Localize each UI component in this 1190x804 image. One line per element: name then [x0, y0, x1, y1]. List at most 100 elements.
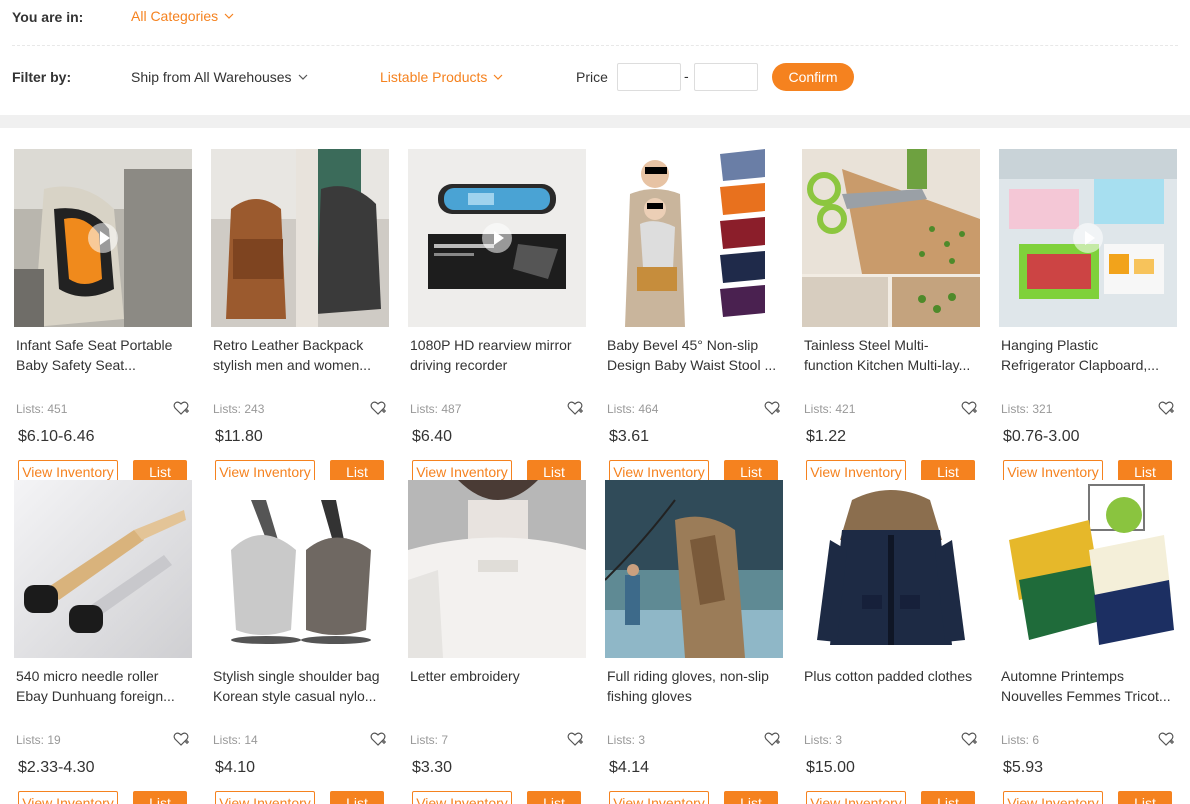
price-range-dash: - — [684, 68, 689, 84]
favorite-heart-icon[interactable] — [566, 730, 584, 748]
confirm-button[interactable]: Confirm — [772, 63, 854, 91]
product-title-line: Tainless Steel Multi- — [804, 337, 929, 353]
play-video-icon[interactable] — [1073, 223, 1103, 253]
lists-count: Lists: 421 — [804, 402, 856, 416]
product-title-line: Letter embroidery — [410, 668, 520, 684]
product-title-line: Refrigerator Clapboard,... — [1001, 357, 1159, 373]
product-card[interactable]: Hanging Plastic Refrigerator Clapboard,..… — [999, 149, 1177, 484]
product-price: $6.10-6.46 — [18, 428, 95, 445]
product-title-line: fishing gloves — [607, 688, 692, 704]
favorite-heart-icon[interactable] — [566, 399, 584, 417]
product-title[interactable]: Letter embroidery — [410, 666, 582, 706]
price-max-input[interactable] — [694, 63, 758, 91]
favorite-heart-icon[interactable] — [763, 730, 781, 748]
lists-count: Lists: 3 — [607, 733, 646, 747]
favorite-heart-icon[interactable] — [172, 730, 190, 748]
product-image[interactable] — [14, 149, 192, 327]
product-image[interactable] — [14, 480, 192, 658]
product-price: $1.22 — [806, 428, 847, 445]
product-card[interactable]: Plus cotton padded clothes Lists: 3 $15.00… — [802, 480, 980, 804]
product-image[interactable] — [211, 149, 389, 327]
sweater-image — [408, 480, 586, 658]
product-card[interactable]: Baby Bevel 45° Non-slip Design Baby Waist… — [605, 149, 783, 484]
product-title-line: Korean style casual nylo... — [213, 688, 377, 704]
product-card[interactable]: 1080P HD rearview mirror driving recorder… — [408, 149, 586, 484]
divider — [12, 45, 1178, 46]
favorite-heart-icon[interactable] — [960, 399, 978, 417]
product-title[interactable]: Automne Printemps Nouvelles Femmes Tricot… — [1001, 666, 1173, 706]
product-card[interactable]: 540 micro needle roller Ebay Dunhuang for… — [14, 480, 192, 804]
ship-from-dropdown[interactable]: Ship from All Warehouses — [131, 69, 308, 85]
product-title[interactable]: Plus cotton padded clothes — [804, 666, 976, 706]
favorite-heart-icon[interactable] — [369, 399, 387, 417]
product-title[interactable]: Tainless Steel Multi-function Kitchen Mu… — [804, 335, 976, 375]
view-inventory-button[interactable]: View Inventory — [1003, 791, 1103, 804]
list-button[interactable]: List — [724, 791, 778, 804]
price-min-input[interactable] — [617, 63, 681, 91]
favorite-heart-icon[interactable] — [1157, 730, 1175, 748]
view-inventory-button[interactable]: View Inventory — [609, 791, 709, 804]
list-button[interactable]: List — [1118, 791, 1172, 804]
product-image[interactable] — [408, 149, 586, 327]
product-title[interactable]: Hanging Plastic Refrigerator Clapboard,..… — [1001, 335, 1173, 375]
price-label: Price — [576, 69, 608, 85]
product-image[interactable] — [999, 480, 1177, 658]
chevron-down-icon — [298, 74, 307, 80]
favorite-heart-icon[interactable] — [763, 399, 781, 417]
favorite-heart-icon[interactable] — [369, 730, 387, 748]
product-title[interactable]: Stylish single shoulder bag Korean style … — [213, 666, 385, 706]
favorite-heart-icon[interactable] — [1157, 399, 1175, 417]
view-inventory-button[interactable]: View Inventory — [806, 791, 906, 804]
product-title[interactable]: Baby Bevel 45° Non-slip Design Baby Waist… — [607, 335, 779, 375]
list-button[interactable]: List — [330, 791, 384, 804]
product-card[interactable]: Automne Printemps Nouvelles Femmes Tricot… — [999, 480, 1177, 804]
favorite-heart-icon[interactable] — [960, 730, 978, 748]
product-card[interactable]: Full riding gloves, non-slip fishing glov… — [605, 480, 783, 804]
lists-count: Lists: 487 — [410, 402, 462, 416]
play-video-icon[interactable] — [482, 223, 512, 253]
view-inventory-button[interactable]: View Inventory — [412, 791, 512, 804]
favorite-heart-icon[interactable] — [172, 399, 190, 417]
product-card[interactable]: Tainless Steel Multi-function Kitchen Mu… — [802, 149, 980, 484]
product-title-line: function Kitchen Multi-lay... — [804, 357, 971, 373]
folded-sweaters-image — [999, 480, 1177, 658]
product-price: $5.93 — [1003, 759, 1044, 776]
category-dropdown[interactable]: All Categories — [131, 8, 234, 24]
product-title[interactable]: Infant Safe Seat Portable Baby Safety Sea… — [16, 335, 188, 375]
category-dropdown-label: All Categories — [131, 8, 219, 24]
product-title-line: 1080P HD rearview mirror — [410, 337, 572, 353]
product-title-line: stylish men and women... — [213, 357, 371, 373]
list-button[interactable]: List — [921, 791, 975, 804]
product-image[interactable] — [605, 149, 783, 327]
product-title[interactable]: Retro Leather Backpack stylish men and wo… — [213, 335, 385, 375]
product-price: $3.30 — [412, 759, 453, 776]
product-card[interactable]: Retro Leather Backpack stylish men and wo… — [211, 149, 389, 484]
product-title[interactable]: 1080P HD rearview mirror driving recorder — [410, 335, 582, 375]
product-card[interactable]: Letter embroidery Lists: 7 $3.30 View Inven… — [408, 480, 586, 804]
product-card[interactable]: Stylish single shoulder bag Korean style … — [211, 480, 389, 804]
product-title-line: Automne Printemps — [1001, 668, 1124, 684]
list-button[interactable]: List — [527, 791, 581, 804]
listable-products-dropdown[interactable]: Listable Products — [380, 69, 503, 85]
fishing-image — [605, 480, 783, 658]
product-image[interactable] — [802, 480, 980, 658]
lists-count: Lists: 19 — [16, 733, 61, 747]
product-price: $0.76-3.00 — [1003, 428, 1080, 445]
play-video-icon[interactable] — [88, 223, 118, 253]
list-button[interactable]: List — [133, 791, 187, 804]
product-title-line: Stylish single shoulder bag — [213, 668, 380, 684]
product-image[interactable] — [802, 149, 980, 327]
product-price: $6.40 — [412, 428, 453, 445]
view-inventory-button[interactable]: View Inventory — [215, 791, 315, 804]
product-title[interactable]: Full riding gloves, non-slip fishing glov… — [607, 666, 779, 706]
product-title-line: driving recorder — [410, 357, 508, 373]
product-image[interactable] — [211, 480, 389, 658]
view-inventory-button[interactable]: View Inventory — [18, 791, 118, 804]
product-title[interactable]: 540 micro needle roller Ebay Dunhuang for… — [16, 666, 188, 706]
product-image[interactable] — [999, 149, 1177, 327]
product-image[interactable] — [605, 480, 783, 658]
product-price: $15.00 — [806, 759, 855, 776]
lists-count: Lists: 321 — [1001, 402, 1053, 416]
product-card[interactable]: Infant Safe Seat Portable Baby Safety Sea… — [14, 149, 192, 484]
product-image[interactable] — [408, 480, 586, 658]
